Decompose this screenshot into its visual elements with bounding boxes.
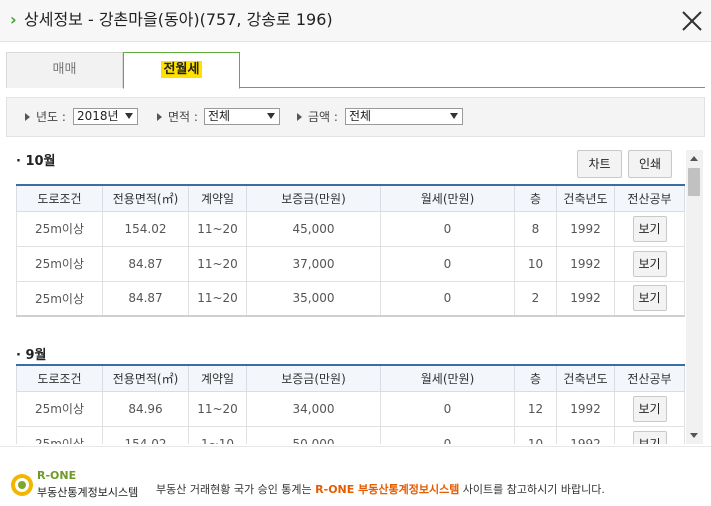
logo-sub-text: 부동산통계정보시스템: [37, 486, 139, 499]
view-document-button[interactable]: 보기: [632, 250, 667, 277]
amount-select[interactable]: 전체: [345, 108, 463, 125]
scroll-up-icon[interactable]: [690, 156, 698, 161]
vertical-scrollbar[interactable]: [686, 150, 703, 444]
table-row: 25m이상 84.87 11~20 35,000 0 2 1992 보기: [16, 280, 685, 317]
tab-sale[interactable]: 매매: [6, 52, 123, 88]
view-document-button[interactable]: 보기: [632, 430, 667, 444]
chart-button[interactable]: 차트: [577, 150, 622, 178]
table-row: 25m이상 154.02 1~10 50,000 0 10 1992 보기: [16, 425, 685, 444]
dialog-title: 상세정보 - 강촌마을(동아)(757, 강송로 196): [24, 10, 333, 29]
table-header-row: 도로조건 전용면적(㎡) 계약일 보증금(만원) 월세(만원) 층 건축년도 전…: [16, 364, 685, 392]
footer-notice: 부동산 거래현황 국가 승인 통계는 R-ONE 부동산통계정보시스템 사이트를…: [156, 483, 605, 496]
triangle-right-icon: [25, 113, 30, 121]
month-heading: · 9월: [16, 348, 47, 363]
footer: R-ONE 부동산통계정보시스템 부동산 거래현황 국가 승인 통계는 R-ON…: [0, 446, 711, 506]
tab-jeonse-wolse-label: 전월세: [160, 61, 203, 78]
column-header: 계약일: [188, 184, 247, 212]
column-header: 보증금(만원): [246, 184, 381, 212]
table-row: 25m이상 154.02 11~20 45,000 0 8 1992 보기: [16, 210, 685, 247]
logo-brand-text: R-ONE: [37, 469, 77, 482]
column-header: 월세(만원): [380, 364, 515, 392]
triangle-right-icon: [157, 113, 162, 121]
view-document-button[interactable]: 보기: [632, 215, 667, 242]
r-one-logo-icon: [11, 474, 33, 496]
transaction-table-october: 도로조건 전용면적(㎡) 계약일 보증금(만원) 월세(만원) 층 건축년도 전…: [16, 184, 685, 317]
tab-jeonse-wolse[interactable]: 전월세: [123, 52, 240, 89]
dropdown-arrow-icon: [450, 113, 458, 119]
view-document-button[interactable]: 보기: [632, 285, 667, 312]
area-filter-label: 면적 :: [157, 108, 198, 126]
column-header: 건축년도: [556, 184, 615, 212]
column-header: 층: [514, 364, 557, 392]
column-header: 전산공부: [614, 184, 685, 212]
column-header: 월세(만원): [380, 184, 515, 212]
chevron-right-icon: ›: [10, 10, 17, 29]
dropdown-arrow-icon: [125, 113, 133, 119]
column-header: 도로조건: [16, 184, 103, 212]
amount-filter-label: 금액 :: [297, 108, 338, 126]
transaction-table-september: 도로조건 전용면적(㎡) 계약일 보증금(만원) 월세(만원) 층 건축년도 전…: [16, 364, 685, 444]
table-row: 25m이상 84.96 11~20 34,000 0 12 1992 보기: [16, 390, 685, 427]
view-document-button[interactable]: 보기: [632, 395, 667, 422]
area-select[interactable]: 전체: [204, 108, 280, 125]
content-scroll-area[interactable]: · 10월 차트 인쇄 도로조건 전용면적(㎡) 계약일 보증금(만원) 월세(…: [6, 142, 686, 444]
column-header: 계약일: [188, 364, 247, 392]
tab-bar: 매매 전월세: [6, 52, 705, 89]
column-header: 건축년도: [556, 364, 615, 392]
print-button[interactable]: 인쇄: [628, 150, 672, 178]
scrollbar-thumb[interactable]: [688, 168, 700, 196]
table-header-row: 도로조건 전용면적(㎡) 계약일 보증금(만원) 월세(만원) 층 건축년도 전…: [16, 184, 685, 212]
triangle-right-icon: [297, 113, 302, 121]
dialog-header: › 상세정보 - 강촌마을(동아)(757, 강송로 196): [0, 0, 711, 42]
year-select[interactable]: 2018년: [73, 108, 138, 125]
column-header: 전용면적(㎡): [102, 184, 189, 212]
scroll-down-icon[interactable]: [690, 433, 698, 438]
r-one-logo: R-ONE 부동산통계정보시스템: [10, 467, 150, 501]
year-filter-label: 년도 :: [25, 108, 66, 126]
close-icon[interactable]: [679, 8, 705, 34]
filter-bar: 년도 : 2018년 면적 : 전체 금액 : 전체: [6, 97, 705, 137]
column-header: 전용면적(㎡): [102, 364, 189, 392]
column-header: 도로조건: [16, 364, 103, 392]
dropdown-arrow-icon: [267, 113, 275, 119]
month-heading: · 10월: [16, 154, 56, 169]
column-header: 전산공부: [614, 364, 685, 392]
table-row: 25m이상 84.87 11~20 37,000 0 10 1992 보기: [16, 245, 685, 282]
column-header: 층: [514, 184, 557, 212]
r-one-link[interactable]: R-ONE 부동산통계정보시스템: [315, 483, 459, 496]
column-header: 보증금(만원): [246, 364, 381, 392]
